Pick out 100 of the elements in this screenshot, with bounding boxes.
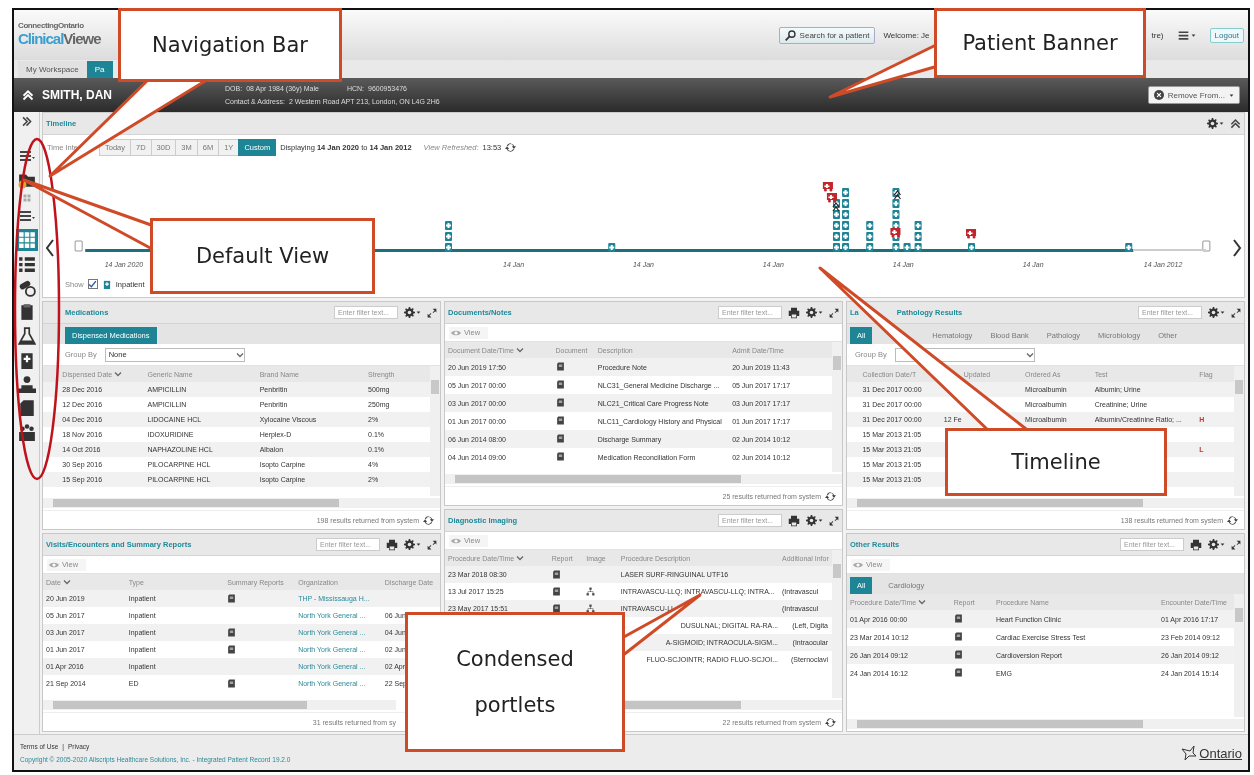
settings-icon (1207, 118, 1218, 129)
next-icon[interactable] (1232, 239, 1242, 257)
search-icon (784, 29, 796, 41)
callout-tooltip: Timeline (945, 428, 1167, 496)
settings-button[interactable] (1208, 539, 1225, 550)
expand-icon[interactable] (21, 116, 32, 127)
refresh-icon[interactable] (505, 142, 517, 153)
document-icon[interactable] (551, 603, 561, 613)
print-icon[interactable] (788, 306, 800, 319)
chevron-icon (62, 578, 71, 586)
document-icon[interactable] (953, 632, 963, 641)
refresh-icon[interactable] (423, 514, 434, 526)
caret-icon (1229, 92, 1234, 98)
hierarchy-icon[interactable] (586, 603, 596, 613)
expand-icon[interactable] (427, 307, 437, 318)
scrollbar[interactable] (847, 719, 1244, 729)
welcome-text: tre) (1151, 30, 1164, 40)
document-icon[interactable] (227, 593, 237, 603)
caret-icon (416, 310, 421, 315)
remove-button[interactable]: Remove From... (1147, 86, 1240, 104)
document-icon[interactable] (953, 614, 963, 623)
logo-text: Clinical (18, 31, 64, 48)
caret-icon (1220, 310, 1225, 315)
expand-icon[interactable] (1231, 307, 1241, 318)
document-icon[interactable] (555, 380, 565, 389)
hierarchy-icon[interactable] (586, 586, 596, 596)
settings-icon (806, 307, 817, 318)
logo-text: Viewe (63, 31, 101, 48)
expand-icon[interactable] (829, 515, 839, 526)
settings-icon (404, 539, 415, 550)
menu-icon (18, 208, 35, 224)
settings-button[interactable] (806, 515, 823, 526)
scrollbar[interactable] (1234, 366, 1244, 496)
document-icon[interactable] (227, 644, 237, 654)
document-icon[interactable] (953, 650, 963, 659)
document-icon[interactable] (555, 416, 565, 425)
callout-tooltip: Navigation Bar (118, 8, 342, 82)
person-icon (17, 375, 36, 393)
refresh-icon[interactable] (825, 490, 836, 502)
grid-icon (17, 231, 36, 249)
document-icon[interactable] (227, 678, 237, 688)
settings-button[interactable] (404, 307, 421, 318)
expand-icon[interactable] (829, 307, 839, 318)
document-icon[interactable] (555, 434, 565, 443)
chevron-icon (516, 554, 525, 562)
document-icon[interactable] (551, 569, 561, 579)
caret-icon (818, 518, 823, 523)
chevron-icon (235, 350, 244, 359)
settings-button[interactable] (1207, 118, 1224, 129)
print-icon[interactable] (788, 514, 800, 527)
patient-name: SMITH, DAN (42, 88, 113, 102)
scrollbar[interactable] (445, 474, 842, 484)
document-icon[interactable] (551, 586, 561, 596)
caret-icon (1219, 121, 1224, 126)
expand-icon[interactable] (1231, 539, 1241, 550)
caret-icon (1190, 32, 1196, 38)
menu-icon (1177, 29, 1189, 41)
scrollbar[interactable] (832, 550, 842, 698)
previous-icon[interactable] (45, 239, 55, 257)
people-icon (17, 423, 36, 441)
hospital-icon (101, 279, 112, 289)
expand-icon[interactable] (427, 539, 437, 550)
scrollbar[interactable] (847, 498, 1244, 508)
welcome-text: Welcome: Je (883, 30, 930, 40)
chevron-icon (515, 346, 524, 354)
scrollbar[interactable] (832, 342, 842, 472)
scrollbar[interactable] (43, 498, 440, 508)
document-icon[interactable] (555, 362, 565, 371)
print-icon[interactable] (386, 538, 398, 551)
logo-text: ConnectingOntario (18, 22, 85, 32)
tab[interactable]: My Workspace (18, 61, 87, 78)
logo-text: Ontario (1199, 745, 1242, 761)
settings-button[interactable] (806, 307, 823, 318)
settings-button[interactable] (1208, 307, 1225, 318)
refresh-icon[interactable] (1227, 514, 1238, 526)
sidebar-button[interactable] (15, 325, 38, 347)
caret-icon (818, 310, 823, 315)
settings-button[interactable] (404, 539, 421, 550)
collapse-icon[interactable] (1230, 118, 1241, 129)
document-icon[interactable] (555, 398, 565, 407)
settings-icon (1208, 539, 1219, 550)
callout-tooltip: Condensed portlets (405, 612, 625, 752)
search-button[interactable]: Search for a patient (778, 26, 876, 44)
document-icon[interactable] (555, 452, 565, 461)
tab[interactable]: Pa (86, 61, 113, 78)
scrollbar[interactable] (430, 366, 440, 496)
refresh-icon[interactable] (825, 716, 836, 728)
close-icon (1153, 90, 1164, 100)
document-icon[interactable] (953, 668, 963, 677)
scrollbar[interactable] (1234, 594, 1244, 717)
print-icon[interactable] (1190, 538, 1202, 551)
chevron-icon (918, 598, 927, 606)
flask-icon (17, 327, 36, 345)
chevron-icon (1025, 350, 1034, 359)
checkbox[interactable] (87, 279, 98, 289)
list-icon (17, 255, 36, 273)
scrollbar[interactable] (43, 700, 396, 710)
document-icon[interactable] (227, 627, 237, 637)
pills-icon (17, 279, 36, 297)
logout-button[interactable]: Logout (1209, 27, 1244, 43)
